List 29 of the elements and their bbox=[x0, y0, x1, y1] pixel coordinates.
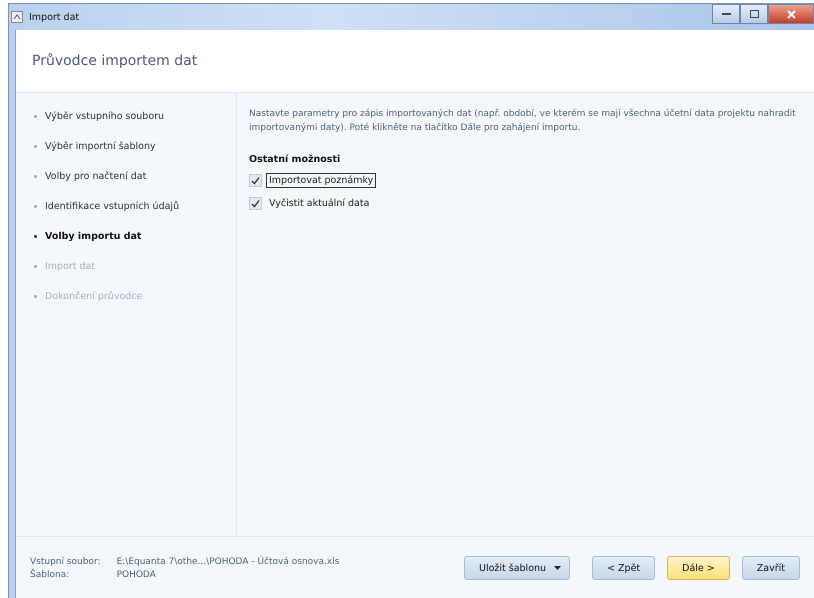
info-value: E:\Equanta 7\othe...\POHODA - Účtová osnova.xls bbox=[116, 556, 340, 566]
section-title: Ostatní možnosti bbox=[249, 154, 342, 165]
close-icon bbox=[786, 10, 796, 18]
close-button[interactable] bbox=[768, 4, 814, 24]
info-label: Šablona: bbox=[30, 570, 70, 580]
window-title: Import dat bbox=[29, 12, 80, 22]
description-text: Nastavte parametry pro zápis importovaných dat (např. období, ve kterém se mají všechna účetní data projektu nahradit importovanými daty). Poté klikněte na tlačítko Dále pro zahájení importu. bbox=[249, 108, 797, 135]
checkbox[interactable] bbox=[249, 197, 262, 210]
dialog-button[interactable]: < Zpět bbox=[592, 556, 656, 580]
wizard-step[interactable]: Volby importu dat bbox=[16, 231, 236, 242]
maximize-icon bbox=[750, 10, 758, 18]
wizard-step[interactable]: Výběr importní šablony bbox=[16, 141, 236, 152]
dialog-button[interactable]: Dále > bbox=[667, 556, 730, 580]
maximize-button[interactable] bbox=[740, 4, 768, 24]
app-icon bbox=[11, 11, 23, 23]
wizard-title: Průvodce importem dat bbox=[32, 53, 198, 69]
checkbox[interactable] bbox=[249, 174, 262, 187]
minimize-button[interactable] bbox=[712, 4, 740, 24]
dialog-button[interactable]: Zavřít bbox=[742, 556, 800, 580]
minimize-icon bbox=[722, 12, 730, 16]
info-label: Vstupní soubor: bbox=[30, 556, 101, 566]
info-value: POHODA bbox=[116, 570, 157, 580]
caret-icon bbox=[554, 566, 562, 570]
wizard-step[interactable]: Identifikace vstupních údajů bbox=[16, 201, 236, 212]
wizard-step[interactable]: Výběr vstupního souboru bbox=[16, 111, 236, 122]
dialog-button[interactable]: Uložit šablonu bbox=[464, 556, 570, 580]
checkbox-label[interactable]: Vyčistit aktuální data bbox=[266, 196, 372, 211]
wizard-step[interactable]: Volby pro načtení dat bbox=[16, 171, 236, 182]
checkbox-label[interactable]: Importovat poznámky bbox=[266, 173, 376, 188]
